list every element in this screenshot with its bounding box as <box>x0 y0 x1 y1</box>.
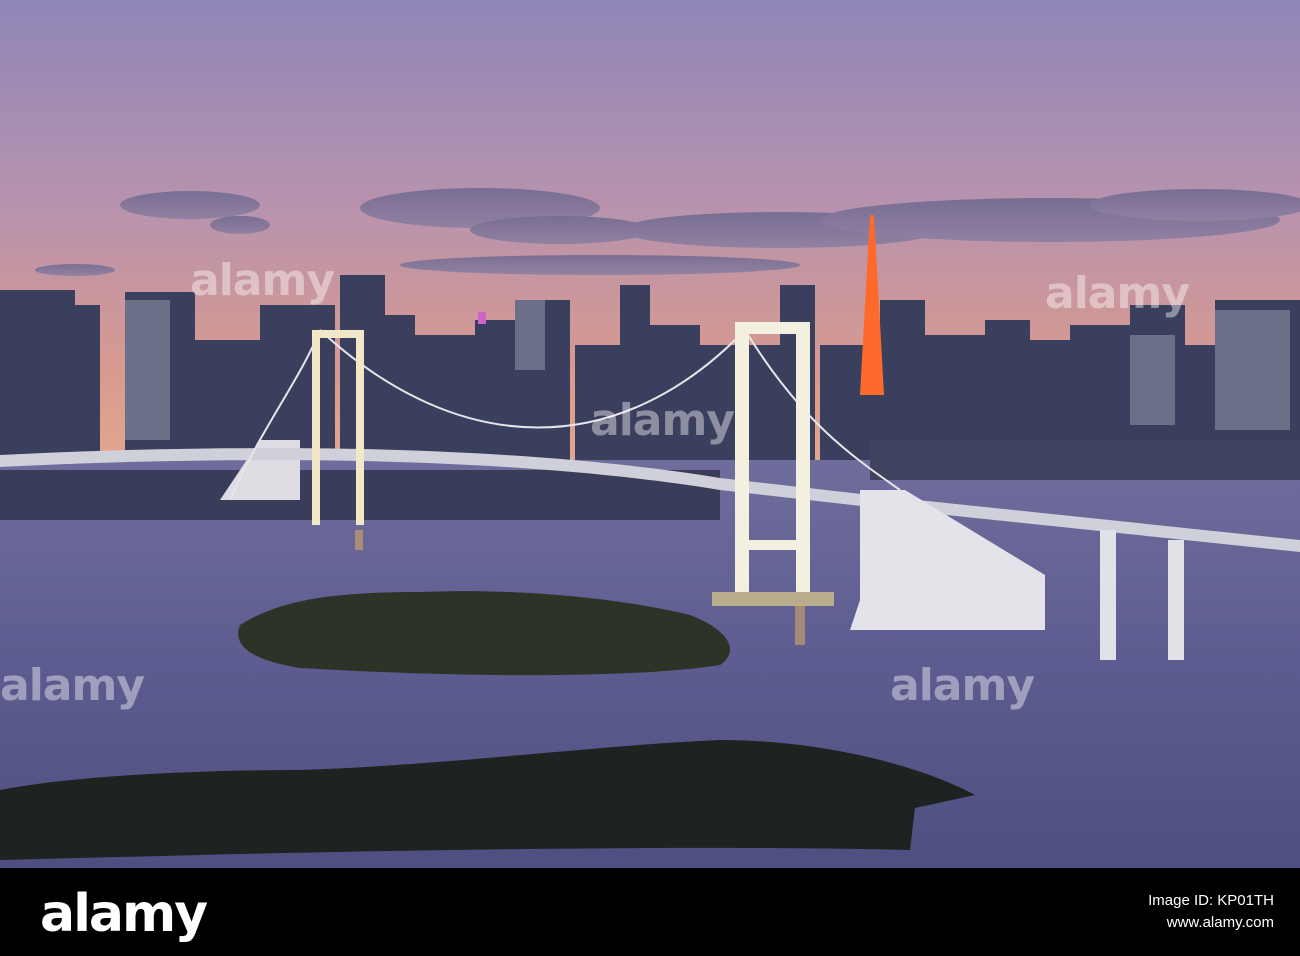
reflection <box>355 530 363 550</box>
watermark: alamy <box>190 255 335 306</box>
photo: alamy alamy alamy alamy alamy <box>0 0 1300 868</box>
alamy-logo: alamy <box>40 884 208 944</box>
footer-bar: alamy Image ID: KP01TH www.alamy.com <box>0 868 1300 956</box>
watermark: alamy <box>590 395 735 446</box>
image-info: Image ID: KP01TH www.alamy.com <box>1148 890 1274 934</box>
reflection <box>795 605 805 645</box>
site-url: www.alamy.com <box>1166 914 1274 931</box>
watermark: alamy <box>0 660 145 711</box>
watermark: alamy <box>890 660 1035 711</box>
image-id: Image ID: KP01TH <box>1148 892 1274 909</box>
shore-right <box>870 440 1300 480</box>
watermark: alamy <box>1045 268 1190 319</box>
lit-building-top <box>478 312 486 324</box>
